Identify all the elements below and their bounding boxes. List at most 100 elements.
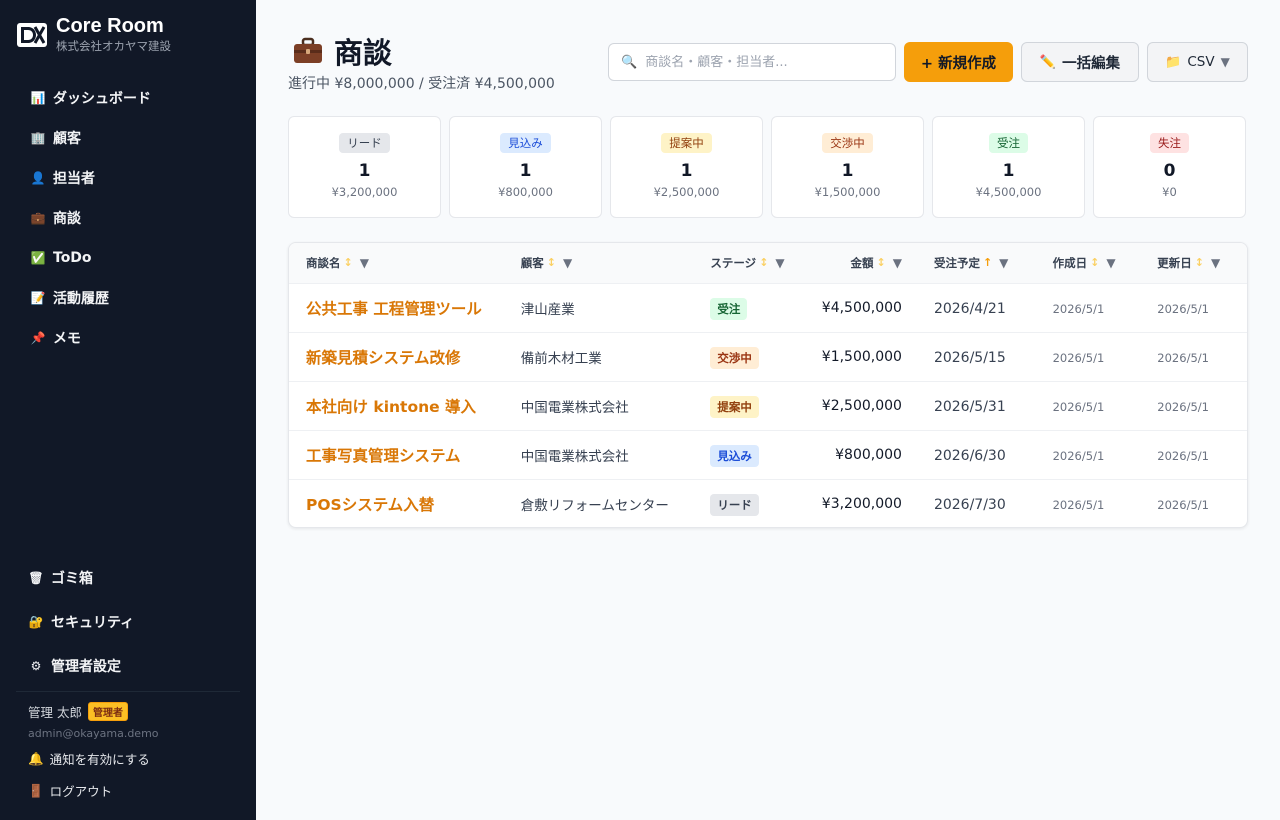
bulk-edit-button[interactable]: ✏️ 一括編集 [1021, 42, 1139, 82]
filter-icon[interactable]: ▼ [999, 256, 1008, 270]
amount-cell: ¥2,500,000 [821, 397, 902, 414]
sort-icon[interactable]: ↕ [759, 256, 768, 269]
person-icon: 👤 [30, 171, 46, 185]
deals-table: 商談名 ↕ ▼ 顧客 ↕ ▼ ステージ ↕ ▼ 金額 ↕ ▼ 受注予定 ↑ ▼ 作成日 ↕ ▼ [288, 242, 1248, 528]
stage-card[interactable]: 提案中 1 ¥2,500,000 [610, 116, 763, 218]
column-header-updated[interactable]: 更新日 ↕ ▼ [1141, 243, 1247, 283]
csv-label: CSV [1187, 54, 1215, 70]
deal-name-link[interactable]: POSシステム入替 [306, 496, 434, 514]
stage-badge: 見込み [500, 133, 551, 153]
brand[interactable]: Core Room 株式会社オカヤマ建設 [16, 14, 171, 54]
table-row[interactable]: 公共工事 工程管理ツール 津山産業 受注 ¥4,500,000 2026/4/21 202… [289, 283, 1247, 332]
sidebar: Core Room 株式会社オカヤマ建設 📊 ダッシュボード 🏢 顧客 👤 担当者 💼 商談 ✅… [0, 0, 256, 820]
customer-name: 倉敷リフォームセンター [520, 497, 669, 514]
customer-name: 中国電業株式会社 [520, 448, 629, 465]
customer-name: 津山産業 [520, 301, 575, 318]
lock-icon: 🔐 [28, 615, 44, 629]
sidebar-item-chart[interactable]: 📊 ダッシュボード [16, 78, 240, 118]
deal-name-link[interactable]: 本社向け kintone 導入 [306, 398, 476, 416]
sort-icon[interactable]: ↕ [1090, 256, 1099, 269]
pencil-icon: ✏️ [1039, 54, 1057, 70]
customer-name: 備前木材工業 [520, 350, 602, 367]
filter-icon[interactable]: ▼ [563, 256, 572, 270]
stage-card[interactable]: 見込み 1 ¥800,000 [449, 116, 602, 218]
created-date: 2026/5/1 [1052, 400, 1105, 414]
stage-summary-cards: リード 1 ¥3,200,000 見込み 1 ¥800,000 提案中 1 ¥2,500,000… [288, 116, 1246, 218]
pin-icon: 📌 [30, 331, 46, 345]
stage-amount: ¥800,000 [498, 185, 553, 199]
stage-badge: 提案中 [661, 133, 712, 153]
sort-ascending-icon[interactable]: ↑ [983, 256, 992, 269]
deal-name-link[interactable]: 新築見積システム改修 [306, 349, 461, 367]
table-row[interactable]: POSシステム入替 倉敷リフォームセンター リード ¥3,200,000 2026/7/… [289, 479, 1247, 527]
deal-name-link[interactable]: 工事写真管理システム [306, 447, 461, 465]
filter-icon[interactable]: ▼ [893, 256, 902, 270]
stage-count: 1 [680, 161, 693, 181]
sidebar-item-person[interactable]: 👤 担当者 [16, 158, 240, 198]
table-row[interactable]: 工事写真管理システム 中国電業株式会社 見込み ¥800,000 2026/6/30 20… [289, 430, 1247, 479]
stage-count: 1 [1002, 161, 1015, 181]
due-date: 2026/5/15 [933, 350, 1006, 366]
search-box[interactable]: 🔍 [608, 43, 896, 81]
sort-icon[interactable]: ↕ [877, 256, 886, 269]
stage-count: 0 [1163, 161, 1176, 181]
table-header-row: 商談名 ↕ ▼ 顧客 ↕ ▼ ステージ ↕ ▼ 金額 ↕ ▼ 受注予定 ↑ ▼ 作成日 ↕ ▼ [289, 243, 1247, 283]
search-input[interactable] [645, 54, 876, 70]
column-header-customer[interactable]: 顧客 ↕ ▼ [505, 243, 695, 283]
sidebar-item-gear[interactable]: ⚙ 管理者設定 [16, 644, 240, 688]
filter-icon[interactable]: ▼ [360, 256, 369, 270]
sidebar-item-pin[interactable]: 📌 メモ [16, 318, 240, 358]
column-header-amount[interactable]: 金額 ↕ ▼ [800, 243, 918, 283]
stage-card[interactable]: 受注 1 ¥4,500,000 [932, 116, 1085, 218]
sidebar-item-checkbox[interactable]: ✅ ToDo [16, 238, 240, 278]
filter-icon[interactable]: ▼ [1106, 256, 1115, 270]
user-email: admin@okayama.demo [28, 727, 159, 740]
sidebar-item-label: 管理者設定 [51, 659, 121, 675]
memo-icon: 📝 [30, 291, 46, 305]
bulk-edit-label: 一括編集 [1062, 55, 1121, 72]
new-deal-button[interactable]: + 新規作成 [904, 42, 1013, 82]
created-date: 2026/5/1 [1052, 498, 1105, 513]
sidebar-item-briefcase[interactable]: 💼 商談 [16, 198, 240, 238]
column-header-created[interactable]: 作成日 ↕ ▼ [1037, 243, 1142, 283]
chevron-down-icon: ▼ [1220, 55, 1230, 69]
stage-amount: ¥0 [1162, 185, 1177, 199]
stage-amount: ¥2,500,000 [653, 185, 720, 199]
csv-button[interactable]: 📁 CSV ▼ [1147, 42, 1248, 82]
sort-icon[interactable]: ↕ [547, 256, 556, 269]
stage-badge: 交渉中 [822, 133, 873, 153]
sidebar-item-label: ToDo [53, 250, 92, 266]
sort-icon[interactable]: ↕ [344, 256, 353, 269]
column-header-due-date[interactable]: 受注予定 ↑ ▼ [918, 243, 1037, 283]
sort-icon[interactable]: ↕ [1195, 256, 1204, 269]
sidebar-item-building[interactable]: 🏢 顧客 [16, 118, 240, 158]
enable-notifications-label: 通知を有効にする [49, 752, 150, 767]
sidebar-item-memo[interactable]: 📝 活動履歴 [16, 278, 240, 318]
filter-icon[interactable]: ▼ [775, 256, 784, 270]
column-header-stage[interactable]: ステージ ↕ ▼ [694, 243, 800, 283]
filter-icon[interactable]: ▼ [1211, 256, 1220, 270]
due-date: 2026/4/21 [933, 301, 1006, 317]
deal-name-link[interactable]: 公共工事 工程管理ツール [306, 300, 482, 318]
stage-card[interactable]: リード 1 ¥3,200,000 [288, 116, 441, 218]
stage-count: 1 [358, 161, 371, 181]
stage-card[interactable]: 交渉中 1 ¥1,500,000 [771, 116, 924, 218]
stage-amount: ¥3,200,000 [331, 185, 398, 199]
logout-label: ログアウト [49, 784, 113, 799]
logout-link[interactable]: 🚪 ログアウト [28, 781, 112, 800]
role-badge: 管理者 [87, 702, 128, 721]
sidebar-item-lock[interactable]: 🔐 セキュリティ [16, 600, 240, 644]
table-row[interactable]: 本社向け kintone 導入 中国電業株式会社 提案中 ¥2,500,000 2026… [289, 381, 1247, 430]
updated-date: 2026/5/1 [1157, 449, 1209, 463]
sidebar-item-label: 活動履歴 [53, 291, 109, 307]
sidebar-item-trash[interactable]: 🗑 ゴミ箱 [16, 556, 240, 600]
due-date: 2026/5/31 [933, 399, 1006, 415]
stage-card[interactable]: 失注 0 ¥0 [1093, 116, 1246, 218]
updated-date: 2026/5/1 [1157, 498, 1209, 513]
trash-icon: 🗑 [28, 571, 44, 585]
user-block: 管理 太郎 管理者 admin@okayama.demo [28, 702, 159, 740]
enable-notifications-link[interactable]: 🔔 通知を有効にする [28, 749, 150, 768]
checkbox-icon: ✅ [30, 251, 46, 265]
table-row[interactable]: 新築見積システム改修 備前木材工業 交渉中 ¥1,500,000 2026/5/15 20… [289, 332, 1247, 381]
column-header-name[interactable]: 商談名 ↕ ▼ [289, 243, 505, 283]
